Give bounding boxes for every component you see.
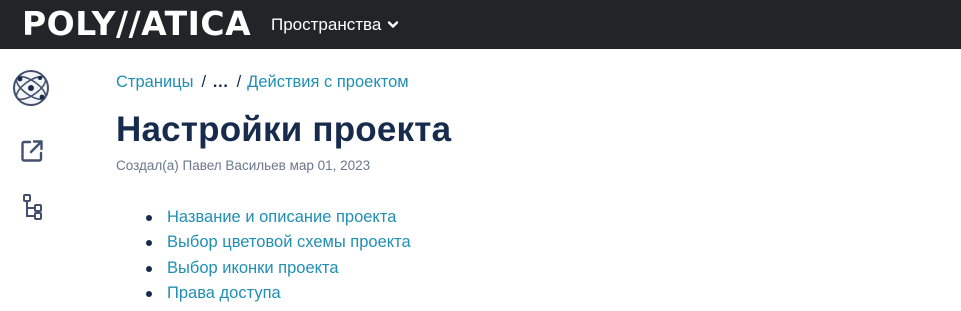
polymatica-logo[interactable]: POLY//ATICA — [22, 5, 251, 43]
page-byline: Создал(а) Павел Васильев мар 01, 2023 — [116, 158, 371, 173]
breadcrumb-separator: / — [236, 72, 242, 91]
spaces-menu-button[interactable]: Пространства — [271, 14, 399, 36]
toc-item: Выбор иконки проекта — [146, 256, 411, 281]
top-navigation-bar: POLY//ATICA Пространства — [0, 0, 961, 49]
chevron-down-icon — [387, 20, 399, 30]
toc-item: Права доступа — [146, 281, 411, 306]
toc-link-color-scheme[interactable]: Выбор цветовой схемы проекта — [167, 233, 411, 251]
toc-link-access-rights[interactable]: Права доступа — [167, 284, 281, 302]
breadcrumb-link-pages[interactable]: Страницы — [116, 73, 193, 92]
toc-item: Название и описание проекта — [146, 205, 411, 230]
breadcrumb-ellipsis[interactable]: … — [212, 73, 229, 92]
spaces-menu-label: Пространства — [271, 15, 382, 34]
toc-item: Выбор цветовой схемы проекта — [146, 230, 411, 255]
page-tree-icon[interactable] — [21, 193, 45, 221]
breadcrumb-separator: / — [201, 72, 207, 91]
toc-link-project-icon[interactable]: Выбор иконки проекта — [167, 259, 339, 277]
globe-atom-icon[interactable] — [11, 68, 51, 108]
table-of-contents: Название и описание проекта Выбор цветов… — [146, 205, 411, 306]
page-title: Настройки проекта — [116, 110, 452, 149]
toc-link-name-description[interactable]: Название и описание проекта — [167, 208, 396, 226]
breadcrumb: Страницы / … / Действия с проектом — [116, 71, 409, 93]
external-link-icon[interactable] — [18, 137, 46, 165]
breadcrumb-link-project-actions[interactable]: Действия с проектом — [247, 73, 408, 92]
